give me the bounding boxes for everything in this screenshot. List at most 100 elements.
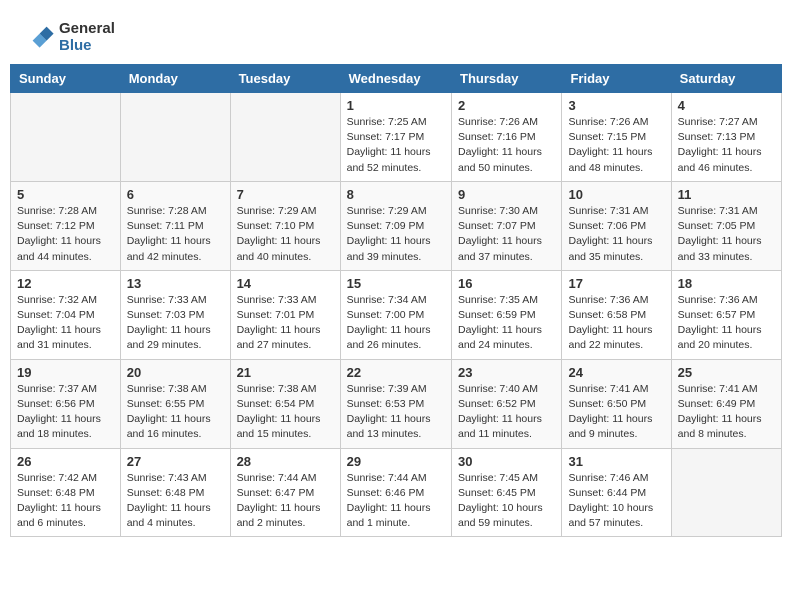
calendar-cell: 2 Sunrise: 7:26 AM Sunset: 7:16 PM Daylig… — [452, 93, 562, 182]
calendar-cell: 1Sunrise: 7:25 AM Sunset: 7:17 PM Daylig… — [340, 93, 451, 182]
day-info: Sunrise: 7:29 AM Sunset: 7:10 PM Dayligh… — [237, 204, 334, 265]
day-info: Sunrise: 7:46 AM Sunset: 6:44 PM Dayligh… — [568, 471, 664, 532]
day-info: Sunrise: 7:31 AM Sunset: 7:05 PM Dayligh… — [678, 204, 775, 265]
logo-text-general: General — [59, 20, 115, 37]
day-info: Sunrise: 7:25 AM Sunset: 7:17 PM Dayligh… — [347, 115, 445, 176]
calendar-cell: 5 Sunrise: 7:28 AM Sunset: 7:12 PM Daylig… — [11, 181, 121, 270]
day-info: Sunrise: 7:39 AM Sunset: 6:53 PM Dayligh… — [347, 382, 445, 443]
day-info: Sunrise: 7:26 AM Sunset: 7:16 PM Dayligh… — [458, 115, 555, 176]
calendar-cell: 11Sunrise: 7:31 AM Sunset: 7:05 PM Dayli… — [671, 181, 781, 270]
day-number: 7 — [237, 187, 334, 202]
day-info: Sunrise: 7:43 AM Sunset: 6:48 PM Dayligh… — [127, 471, 224, 532]
day-info: Sunrise: 7:41 AM Sunset: 6:50 PM Dayligh… — [568, 382, 664, 443]
calendar-cell: 28 Sunrise: 7:44 AM Sunset: 6:47 PM Dayli… — [230, 448, 340, 537]
calendar-cell: 12 Sunrise: 7:32 AM Sunset: 7:04 PM Dayli… — [11, 270, 121, 359]
day-number: 10 — [568, 187, 664, 202]
day-info: Sunrise: 7:38 AM Sunset: 6:54 PM Dayligh… — [237, 382, 334, 443]
weekday-header: Saturday — [671, 65, 781, 93]
calendar-table: SundayMondayTuesdayWednesdayThursdayFrid… — [10, 64, 782, 537]
day-number: 28 — [237, 454, 334, 469]
weekday-header: Friday — [562, 65, 671, 93]
calendar-cell — [120, 93, 230, 182]
day-number: 19 — [17, 365, 114, 380]
day-info: Sunrise: 7:27 AM Sunset: 7:13 PM Dayligh… — [678, 115, 775, 176]
calendar-cell: 30Sunrise: 7:45 AM Sunset: 6:45 PM Dayli… — [452, 448, 562, 537]
day-number: 25 — [678, 365, 775, 380]
calendar-cell: 14 Sunrise: 7:33 AM Sunset: 7:01 PM Dayli… — [230, 270, 340, 359]
day-info: Sunrise: 7:29 AM Sunset: 7:09 PM Dayligh… — [347, 204, 445, 265]
day-info: Sunrise: 7:32 AM Sunset: 7:04 PM Dayligh… — [17, 293, 114, 354]
calendar-cell: 25 Sunrise: 7:41 AM Sunset: 6:49 PM Dayli… — [671, 359, 781, 448]
day-info: Sunrise: 7:42 AM Sunset: 6:48 PM Dayligh… — [17, 471, 114, 532]
calendar-week-row: 1Sunrise: 7:25 AM Sunset: 7:17 PM Daylig… — [11, 93, 782, 182]
calendar-cell: 21 Sunrise: 7:38 AM Sunset: 6:54 PM Dayli… — [230, 359, 340, 448]
calendar-cell: 24 Sunrise: 7:41 AM Sunset: 6:50 PM Dayli… — [562, 359, 671, 448]
calendar-cell: 8 Sunrise: 7:29 AM Sunset: 7:09 PM Daylig… — [340, 181, 451, 270]
logo-text-blue: Blue — [59, 37, 115, 54]
day-info: Sunrise: 7:41 AM Sunset: 6:49 PM Dayligh… — [678, 382, 775, 443]
calendar-week-row: 12 Sunrise: 7:32 AM Sunset: 7:04 PM Dayli… — [11, 270, 782, 359]
day-number: 12 — [17, 276, 114, 291]
logo: General Blue — [25, 20, 115, 54]
day-number: 8 — [347, 187, 445, 202]
calendar-cell: 15Sunrise: 7:34 AM Sunset: 7:00 PM Dayli… — [340, 270, 451, 359]
calendar-cell: 13 Sunrise: 7:33 AM Sunset: 7:03 PM Dayli… — [120, 270, 230, 359]
day-number: 9 — [458, 187, 555, 202]
calendar-cell: 20Sunrise: 7:38 AM Sunset: 6:55 PM Dayli… — [120, 359, 230, 448]
day-number: 13 — [127, 276, 224, 291]
calendar-cell: 19 Sunrise: 7:37 AM Sunset: 6:56 PM Dayli… — [11, 359, 121, 448]
day-number: 21 — [237, 365, 334, 380]
day-number: 16 — [458, 276, 555, 291]
day-info: Sunrise: 7:45 AM Sunset: 6:45 PM Dayligh… — [458, 471, 555, 532]
calendar-cell — [11, 93, 121, 182]
calendar-cell: 16 Sunrise: 7:35 AM Sunset: 6:59 PM Dayli… — [452, 270, 562, 359]
calendar-week-row: 5 Sunrise: 7:28 AM Sunset: 7:12 PM Daylig… — [11, 181, 782, 270]
day-number: 5 — [17, 187, 114, 202]
day-number: 6 — [127, 187, 224, 202]
day-number: 4 — [678, 98, 775, 113]
day-number: 14 — [237, 276, 334, 291]
calendar-cell: 27 Sunrise: 7:43 AM Sunset: 6:48 PM Dayli… — [120, 448, 230, 537]
calendar-cell: 10 Sunrise: 7:31 AM Sunset: 7:06 PM Dayli… — [562, 181, 671, 270]
calendar-cell: 26 Sunrise: 7:42 AM Sunset: 6:48 PM Dayli… — [11, 448, 121, 537]
day-number: 2 — [458, 98, 555, 113]
day-info: Sunrise: 7:35 AM Sunset: 6:59 PM Dayligh… — [458, 293, 555, 354]
day-number: 29 — [347, 454, 445, 469]
weekday-header: Monday — [120, 65, 230, 93]
day-info: Sunrise: 7:30 AM Sunset: 7:07 PM Dayligh… — [458, 204, 555, 265]
calendar-cell: 4 Sunrise: 7:27 AM Sunset: 7:13 PM Daylig… — [671, 93, 781, 182]
weekday-header: Thursday — [452, 65, 562, 93]
day-info: Sunrise: 7:44 AM Sunset: 6:46 PM Dayligh… — [347, 471, 445, 532]
day-info: Sunrise: 7:44 AM Sunset: 6:47 PM Dayligh… — [237, 471, 334, 532]
day-info: Sunrise: 7:34 AM Sunset: 7:00 PM Dayligh… — [347, 293, 445, 354]
weekday-header: Sunday — [11, 65, 121, 93]
day-number: 27 — [127, 454, 224, 469]
day-number: 18 — [678, 276, 775, 291]
page-header: General Blue — [10, 10, 782, 59]
day-info: Sunrise: 7:38 AM Sunset: 6:55 PM Dayligh… — [127, 382, 224, 443]
day-info: Sunrise: 7:28 AM Sunset: 7:12 PM Dayligh… — [17, 204, 114, 265]
day-number: 17 — [568, 276, 664, 291]
day-number: 24 — [568, 365, 664, 380]
day-info: Sunrise: 7:26 AM Sunset: 7:15 PM Dayligh… — [568, 115, 664, 176]
calendar-cell: 3Sunrise: 7:26 AM Sunset: 7:15 PM Daylig… — [562, 93, 671, 182]
calendar-cell — [671, 448, 781, 537]
day-info: Sunrise: 7:36 AM Sunset: 6:57 PM Dayligh… — [678, 293, 775, 354]
day-info: Sunrise: 7:37 AM Sunset: 6:56 PM Dayligh… — [17, 382, 114, 443]
day-info: Sunrise: 7:36 AM Sunset: 6:58 PM Dayligh… — [568, 293, 664, 354]
calendar-cell: 29 Sunrise: 7:44 AM Sunset: 6:46 PM Dayli… — [340, 448, 451, 537]
day-number: 26 — [17, 454, 114, 469]
calendar-cell: 23Sunrise: 7:40 AM Sunset: 6:52 PM Dayli… — [452, 359, 562, 448]
calendar-cell: 7 Sunrise: 7:29 AM Sunset: 7:10 PM Daylig… — [230, 181, 340, 270]
calendar-cell: 22Sunrise: 7:39 AM Sunset: 6:53 PM Dayli… — [340, 359, 451, 448]
calendar-week-row: 26 Sunrise: 7:42 AM Sunset: 6:48 PM Dayli… — [11, 448, 782, 537]
calendar-cell: 9 Sunrise: 7:30 AM Sunset: 7:07 PM Daylig… — [452, 181, 562, 270]
weekday-header: Wednesday — [340, 65, 451, 93]
logo-icon — [27, 21, 55, 49]
day-info: Sunrise: 7:40 AM Sunset: 6:52 PM Dayligh… — [458, 382, 555, 443]
day-number: 31 — [568, 454, 664, 469]
day-info: Sunrise: 7:33 AM Sunset: 7:03 PM Dayligh… — [127, 293, 224, 354]
day-info: Sunrise: 7:31 AM Sunset: 7:06 PM Dayligh… — [568, 204, 664, 265]
day-info: Sunrise: 7:33 AM Sunset: 7:01 PM Dayligh… — [237, 293, 334, 354]
calendar-week-row: 19 Sunrise: 7:37 AM Sunset: 6:56 PM Dayli… — [11, 359, 782, 448]
